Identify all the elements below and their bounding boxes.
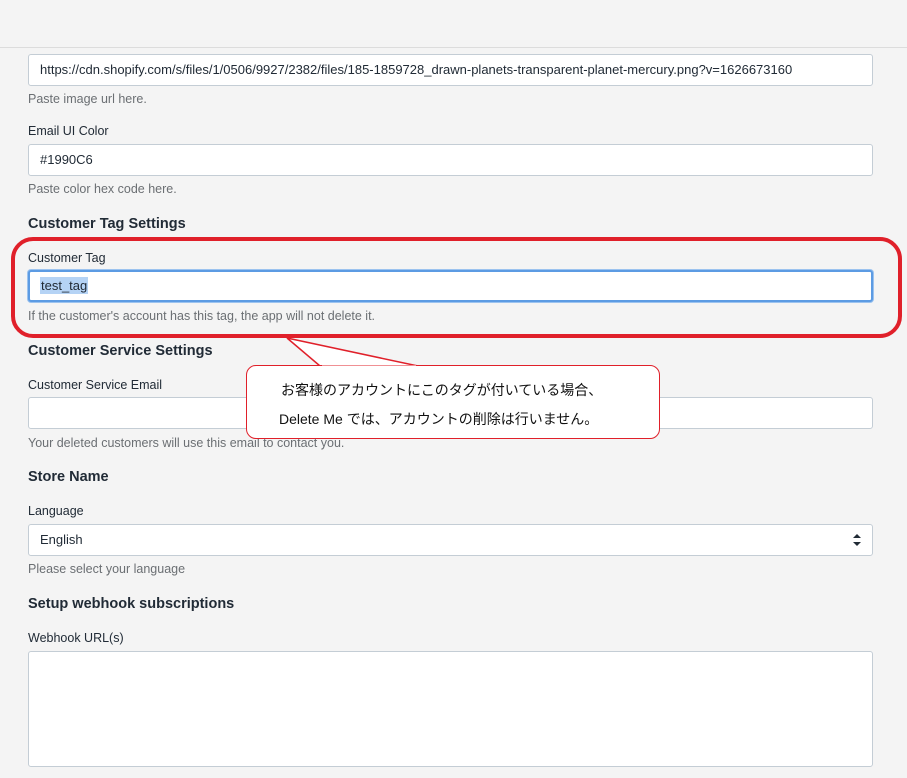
store-name-heading: Store Name — [28, 469, 109, 485]
top-bar — [0, 0, 907, 48]
language-selected-value: English — [40, 532, 83, 547]
webhook-url-label: Webhook URL(s) — [28, 631, 124, 645]
email-ui-color-label: Email UI Color — [28, 124, 109, 138]
select-arrows-icon — [853, 534, 861, 546]
customer-service-email-label: Customer Service Email — [28, 378, 163, 392]
annotation-callout: お客様のアカウントにこのタグが付いている場合、 Delete Me では、アカウ… — [246, 365, 660, 439]
customer-tag-input[interactable]: test_tag — [28, 270, 873, 302]
email-ui-color-input[interactable]: #1990C6 — [28, 144, 873, 176]
customer-tag-help-text: If the customer's account has this tag, … — [28, 309, 376, 323]
callout-text-line-2: Delete Me では、アカウントの削除は行いません。 — [279, 411, 599, 427]
webhook-heading: Setup webhook subscriptions — [28, 596, 235, 612]
customer-tag-settings-heading: Customer Tag Settings — [28, 216, 186, 232]
language-label: Language — [28, 504, 84, 518]
customer-tag-label: Customer Tag — [28, 251, 106, 265]
language-select[interactable]: English — [28, 524, 873, 556]
email-ui-color-help-text: Paste color hex code here. — [28, 182, 177, 196]
callout-text-line-1: お客様のアカウントにこのタグが付いている場合、 — [281, 382, 603, 398]
logo-url-input[interactable]: https://cdn.shopify.com/s/files/1/0506/9… — [28, 54, 873, 86]
customer-tag-value: test_tag — [40, 277, 89, 294]
language-help-text: Please select your language — [28, 562, 186, 576]
webhook-url-textarea[interactable] — [28, 651, 873, 767]
customer-service-settings-heading: Customer Service Settings — [28, 343, 213, 359]
logo-url-help-text: Paste image url here. — [28, 92, 147, 106]
